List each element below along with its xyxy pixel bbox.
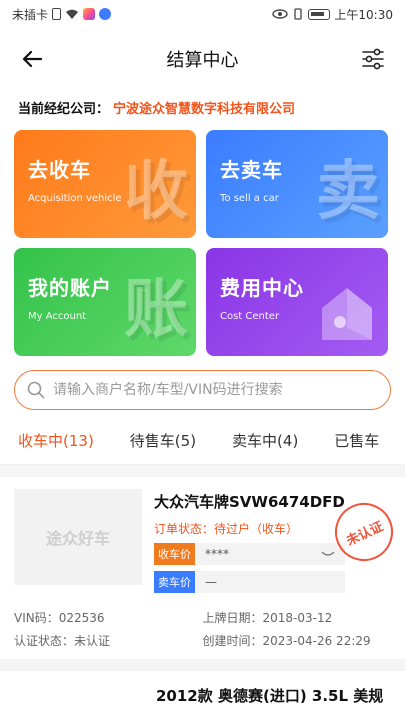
vibrate-icon (294, 8, 303, 20)
nav-bar: 结算中心 (0, 28, 405, 90)
wifi-icon (66, 9, 79, 19)
cost-center-card[interactable]: 费用中心 Cost Center (206, 248, 388, 356)
card-subtitle: Acquisition vehicle (28, 193, 122, 204)
created-time: 创建时间：2023-04-26 22:29 (202, 634, 371, 648)
registration-date: 上牌日期：2018-03-12 (202, 611, 333, 625)
arrow-left-icon (22, 50, 42, 68)
acquire-car-card[interactable]: 去收车 Acquisition vehicle 收 (14, 130, 196, 238)
status-bar: 未插卡 上午10:30 (0, 0, 405, 28)
thumbnail-logo-text: 途众好车 (45, 529, 110, 548)
sliders-icon (362, 48, 384, 70)
section-gap (0, 659, 405, 671)
stamp-text: 未认证 (343, 518, 386, 549)
sell-price-label: 卖车价 (154, 571, 195, 593)
card-title: 去卖车 (220, 158, 283, 182)
certification-status: 认证状态：未认证 (14, 634, 111, 648)
broker-label: 当前经纪公司： (18, 101, 110, 117)
card-subtitle: To sell a car (220, 193, 279, 204)
tab-pending-sale[interactable]: 待售车(5) (130, 424, 196, 460)
order-card[interactable]: 途众好车 大众汽车牌SVW6474DFD 订单状态：待过户（收车） 收车价 **… (0, 477, 405, 659)
carrier-text: 未插卡 (12, 7, 49, 22)
tab-receiving[interactable]: 收车中(13) (18, 424, 94, 460)
back-button[interactable] (18, 45, 46, 73)
next-order-car-name[interactable]: 2012款 奥德赛(进口) 3.5L 美规 (0, 671, 405, 706)
page-title: 结算中心 (166, 50, 239, 71)
order-meta: VIN码：022536 上牌日期：2018-03-12 认证状态：未认证 创建时… (14, 609, 391, 659)
search-icon (27, 381, 45, 399)
vin-text: VIN码：022536 (14, 611, 105, 625)
card-title: 去收车 (28, 158, 91, 182)
receive-price-value: **** (195, 543, 345, 565)
card-title: 我的账户 (28, 276, 112, 300)
receive-price-label: 收车价 (154, 543, 195, 565)
eye-closed-icon[interactable] (321, 550, 335, 558)
receive-price-text: **** (205, 547, 229, 561)
order-tabs: 收车中(13) 待售车(5) 卖车中(4) 已售车 (0, 424, 405, 460)
card-subtitle: My Account (28, 311, 87, 322)
sell-price-row: 卖车价 — (154, 571, 391, 593)
card-title: 费用中心 (220, 276, 304, 300)
feature-cards: 去收车 Acquisition vehicle 收 去卖车 To sell a … (0, 130, 405, 356)
browser-notification-icon (99, 8, 112, 20)
my-account-card[interactable]: 我的账户 My Account 账 (14, 248, 196, 356)
broker-company[interactable]: 宁波途众智慧数字科技有限公司 (113, 98, 295, 117)
card-subtitle: Cost Center (220, 311, 280, 322)
sell-car-card[interactable]: 去卖车 To sell a car 卖 (206, 130, 388, 238)
filter-button[interactable] (359, 45, 387, 73)
section-gap (0, 465, 405, 477)
tab-selling[interactable]: 卖车中(4) (232, 424, 298, 460)
car-thumbnail: 途众好车 (14, 489, 142, 585)
app-notification-icon (83, 8, 96, 20)
sell-price-value: — (195, 571, 345, 593)
eye-icon (272, 9, 289, 19)
sim-icon (52, 8, 62, 20)
broker-line: 当前经纪公司： 宁波途众智慧数字科技有限公司 (0, 90, 405, 124)
search-bar[interactable] (14, 370, 391, 410)
tab-sold[interactable]: 已售车 (334, 424, 379, 460)
search-input[interactable] (53, 382, 378, 398)
battery-icon (308, 8, 331, 20)
status-time: 上午10:30 (334, 7, 393, 22)
